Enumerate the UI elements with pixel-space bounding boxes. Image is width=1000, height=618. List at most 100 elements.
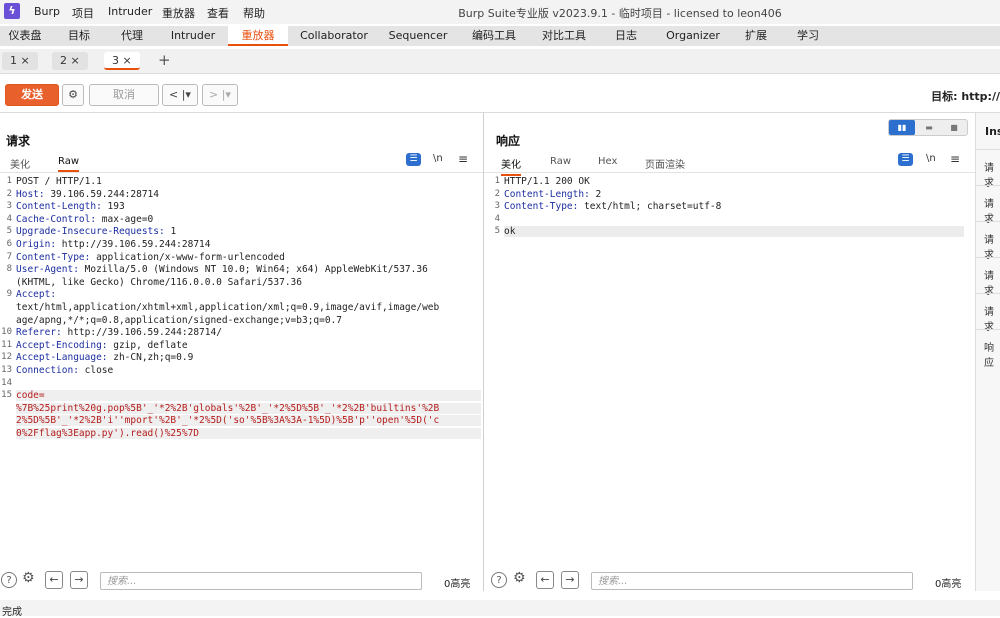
response-search-input[interactable]: 搜索... [591, 572, 913, 590]
tab-intruder[interactable]: Intruder [162, 26, 224, 46]
editor-line: Accept: [16, 289, 56, 300]
menu-burp[interactable]: Burp [34, 5, 60, 18]
inspector-title: Ins [985, 125, 1000, 138]
header-key: Accept-Encoding: [16, 339, 108, 351]
response-newline-toggle[interactable]: \n [926, 153, 936, 164]
toolbar: 发送 ⚙ 取消 < |▾ > |▾ 目标: http:// [0, 80, 1000, 108]
menu-intruder[interactable]: Intruder [108, 5, 152, 18]
inspector-item[interactable]: 响应 [984, 339, 1000, 369]
history-forward-button[interactable]: > |▾ [202, 84, 238, 106]
request-actions-icon[interactable]: ☰ [406, 153, 421, 166]
header-key: Origin: [16, 239, 57, 250]
line-number: 12 [1, 352, 12, 363]
editor-line: Connection: close [16, 365, 113, 376]
tab-dashboard[interactable]: 仪表盘 [0, 26, 50, 46]
editor-line: Content-Type: text/html; charset=utf-8 [504, 201, 721, 212]
request-newline-toggle[interactable]: \n [433, 153, 443, 164]
header-key: Connection: [16, 365, 79, 376]
response-actions-icon[interactable]: ☰ [898, 153, 913, 166]
response-menu-icon[interactable]: ≡ [950, 152, 960, 166]
repeater-tab-1[interactable]: 1 × [2, 52, 38, 70]
editor-line: ok [504, 226, 964, 238]
header-value: 2%5D%5B'_'*2%2B'i''mport'%2B'_'*2%5D('so… [16, 415, 440, 427]
editor-line: POST / HTTP/1.1 [16, 176, 102, 187]
tab-target[interactable]: 目标 [54, 26, 104, 46]
menu-project[interactable]: 项目 [72, 5, 94, 21]
line-number: 3 [494, 201, 500, 212]
header-value: zh-CN,zh;q=0.9 [107, 352, 194, 364]
menu-view[interactable]: 查看 [207, 5, 229, 21]
header-key: Content-Length: [504, 188, 590, 200]
help-icon[interactable]: ? [1, 572, 17, 588]
header-value: application/x-www-form-urlencoded [90, 251, 285, 263]
line-number: 10 [1, 327, 12, 338]
editor-line: (KHTML, like Gecko) Chrome/116.0.0.0 Saf… [16, 277, 302, 288]
cancel-button[interactable]: 取消 [89, 84, 159, 106]
tab-repeater[interactable]: 重放器 [228, 26, 288, 46]
line-number: 4 [6, 213, 12, 224]
tab-collaborator[interactable]: Collaborator [292, 26, 376, 46]
inspector-panel: Ins 请求请求请求请求请求响应 [975, 113, 1000, 591]
tab-sequencer[interactable]: Sequencer [382, 26, 454, 46]
header-value: 0%2Fflag%3Eapp.py').read()%25%7D [16, 428, 200, 439]
search-settings-gear-icon[interactable]: ⚙ [22, 570, 35, 586]
line-number: 6 [6, 239, 12, 249]
history-back-button[interactable]: < |▾ [162, 84, 198, 106]
add-tab-button[interactable]: + [158, 51, 171, 69]
header-value: 39.106.59.244:28714 [44, 188, 159, 200]
response-tab-raw[interactable]: Raw [550, 156, 571, 167]
settings-gear-icon[interactable]: ⚙ [62, 84, 84, 106]
tab-logger[interactable]: 日志 [606, 26, 646, 46]
tab-comparer[interactable]: 对比工具 [536, 26, 592, 46]
menu-repeater[interactable]: 重放器 [162, 5, 195, 21]
repeater-tab-bar: 1 × 2 × 3 × + [0, 49, 1000, 74]
response-tab-hex[interactable]: Hex [598, 156, 617, 167]
repeater-tab-3[interactable]: 3 × [104, 52, 140, 70]
editor-line: 0%2Fflag%3Eapp.py').read()%25%7D [16, 428, 481, 439]
editor-line: HTTP/1.1 200 OK [504, 176, 590, 187]
search-settings-gear-icon[interactable]: ⚙ [513, 570, 526, 586]
response-editor[interactable]: 1 HTTP/1.1 200 OK 2 Content-Length: 2 3 Conte… [488, 174, 973, 564]
request-title: 请求 [6, 134, 31, 148]
target-label[interactable]: 目标: http:// [931, 88, 1000, 104]
header-value: gzip, deflate [107, 339, 188, 351]
header-value: text/html; charset=utf-8 [578, 201, 722, 213]
request-tab-pretty[interactable]: 美化 [10, 156, 30, 171]
layout-side-by-side-icon[interactable]: ▮▮ [889, 120, 915, 135]
request-menu-icon[interactable]: ≡ [458, 152, 468, 166]
response-tab-render[interactable]: 页面渲染 [645, 156, 685, 171]
inspector-divider [976, 293, 1000, 294]
header-key: Host: [16, 188, 45, 200]
request-tab-raw[interactable]: Raw [58, 156, 80, 172]
search-next-arrow-icon[interactable]: → [70, 571, 88, 589]
response-title: 响应 [496, 134, 521, 148]
tab-organizer[interactable]: Organizer [660, 26, 726, 46]
editor-line: Accept-Language: zh-CN,zh;q=0.9 [16, 352, 193, 363]
search-prev-arrow-icon[interactable]: ← [536, 571, 554, 589]
menu-bar: ϟ Burp 项目 Intruder 重放器 查看 帮助 Burp Suite专… [0, 0, 1000, 24]
repeater-tab-2[interactable]: 2 × [52, 52, 88, 70]
line-number: 7 [6, 251, 12, 262]
line-number: 8 [6, 264, 12, 275]
header-key: Content-Type: [504, 201, 579, 213]
tab-proxy[interactable]: 代理 [107, 26, 157, 46]
send-button[interactable]: 发送 [5, 84, 59, 106]
response-tab-pretty[interactable]: 美化 [501, 156, 521, 176]
layout-tabs-icon[interactable]: ■ [942, 120, 966, 135]
layout-stacked-icon[interactable]: ▬ [917, 120, 941, 135]
line-number: 5 [6, 226, 12, 237]
header-value: %7B%25print%20g.pop%5B'_'*2%2B'globals'%… [16, 402, 440, 414]
tab-decoder[interactable]: 编码工具 [466, 26, 522, 46]
request-editor[interactable]: 1 POST / HTTP/1.1 2 Host: 39.106.59.244:287… [0, 174, 483, 564]
menu-help[interactable]: 帮助 [243, 5, 265, 21]
help-icon[interactable]: ? [491, 572, 507, 588]
line-number: 4 [494, 213, 500, 224]
request-search-input[interactable]: 搜索... [100, 572, 422, 590]
editor-line: User-Agent: Mozilla/5.0 (Windows NT 10.0… [16, 264, 428, 275]
search-next-arrow-icon[interactable]: → [561, 571, 579, 589]
tab-learn[interactable]: 学习 [788, 26, 828, 46]
tab-extensions[interactable]: 扩展 [736, 26, 776, 46]
editor-line: Referer: http://39.106.59.244:28714/ [16, 327, 222, 338]
main-tab-bar: 仪表盘 目标 代理 Intruder 重放器 Collaborator Sequ… [0, 26, 1000, 46]
search-prev-arrow-icon[interactable]: ← [45, 571, 63, 589]
